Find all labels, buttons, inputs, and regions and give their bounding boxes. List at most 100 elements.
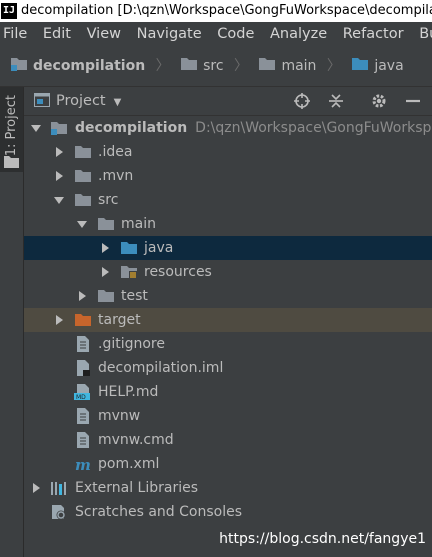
tree-node-external-libraries[interactable]: External Libraries [24, 476, 432, 500]
tree-node-idea[interactable]: .idea [24, 140, 432, 164]
tree-node-main[interactable]: main [24, 212, 432, 236]
source-folder-icon [121, 242, 137, 254]
menu-view[interactable]: View [87, 26, 121, 42]
tree-node-label: HELP.md [98, 384, 159, 400]
expanded-arrow-icon[interactable] [31, 123, 41, 133]
project-tool-tab-label: 1: Project [4, 95, 19, 157]
gear-icon[interactable] [371, 93, 387, 109]
breadcrumb-separator-icon: 〉 [326, 58, 341, 74]
text-file-icon [77, 408, 89, 424]
tree-node-mvnw-cmd[interactable]: mvnw.cmd [24, 428, 432, 452]
title-bar: IJ decompilation [D:\qzn\Workspace\GongFu… [0, 0, 432, 22]
folder-icon [98, 218, 114, 230]
menu-code[interactable]: Code [217, 26, 254, 42]
svg-text:m: m [75, 456, 91, 472]
breadcrumb-src-label: src [203, 58, 224, 74]
breadcrumb-java-label: java [374, 58, 404, 74]
tree-node-resources[interactable]: resources [24, 260, 432, 284]
tree-node-src[interactable]: src [24, 188, 432, 212]
tree-node-label: Scratches and Consoles [75, 504, 242, 520]
tree-node-label: mvnw [98, 408, 141, 424]
module-folder-icon [51, 122, 67, 135]
project-view-selector[interactable]: Project ▼ [34, 87, 121, 115]
menu-build[interactable]: Build [419, 26, 432, 42]
locate-target-icon[interactable] [294, 93, 310, 109]
menu-navigate[interactable]: Navigate [137, 26, 202, 42]
tree-node-java[interactable]: java [24, 236, 432, 260]
menu-edit[interactable]: Edit [43, 26, 71, 42]
tree-node-label: decompilation.iml [98, 360, 224, 376]
source-folder-icon [352, 58, 369, 70]
tree-node-scratches[interactable]: Scratches and Consoles [24, 500, 432, 524]
project-tool-tab[interactable]: 1: Project [0, 87, 23, 172]
menu-refactor[interactable]: Refactor [343, 26, 404, 42]
breadcrumb-separator-icon: 〉 [155, 58, 170, 74]
tree-node-mvn[interactable]: .mvn [24, 164, 432, 188]
collapsed-arrow-icon[interactable] [54, 315, 64, 325]
markdown-file-icon: MD [74, 384, 90, 400]
library-icon [51, 482, 66, 495]
tree-node-test[interactable]: test [24, 284, 432, 308]
folder-icon [181, 58, 198, 70]
collapse-all-icon[interactable] [328, 93, 344, 109]
menu-file[interactable]: File [3, 26, 27, 42]
text-file-icon [77, 336, 89, 352]
maven-file-icon: m [75, 456, 91, 472]
expanded-arrow-icon[interactable] [54, 195, 64, 205]
watermark: https://blog.csdn.net/fangye1 [219, 531, 426, 547]
project-panel-title: Project [56, 93, 106, 109]
tree-node-target[interactable]: target [24, 308, 432, 332]
folder-icon [75, 194, 91, 206]
breadcrumb: decompilation 〉 src 〉 main 〉 java [0, 46, 432, 87]
project-folder-icon [11, 58, 27, 71]
collapsed-arrow-icon[interactable] [100, 243, 110, 253]
expanded-arrow-icon[interactable] [77, 219, 87, 229]
folder-icon [75, 170, 91, 182]
intellij-app-icon: IJ [1, 3, 17, 19]
tree-node-gitignore[interactable]: .gitignore [24, 332, 432, 356]
svg-text:MD: MD [76, 394, 86, 400]
tree-node-project-root[interactable]: decompilation D:\qzn\Workspace\GongFuWork… [24, 116, 432, 140]
tree-node-label: .gitignore [98, 336, 165, 352]
collapsed-arrow-icon[interactable] [54, 171, 64, 181]
collapsed-arrow-icon[interactable] [77, 291, 87, 301]
tree-node-label: test [121, 288, 148, 304]
tool-window-strip: 1: Project [0, 87, 24, 557]
project-view-icon [34, 93, 50, 107]
folder-icon [98, 290, 114, 302]
tree-node-mvnw[interactable]: mvnw [24, 404, 432, 428]
tree-node-label: target [98, 312, 141, 328]
resources-folder-icon [121, 266, 137, 279]
tree-node-label: src [98, 192, 119, 208]
tree-node-path: D:\qzn\Workspace\GongFuWorkspace [195, 120, 432, 136]
collapsed-arrow-icon[interactable] [31, 483, 41, 493]
collapsed-arrow-icon[interactable] [100, 267, 110, 277]
minimize-icon[interactable] [405, 93, 421, 109]
project-panel-header: Project ▼ [24, 87, 432, 116]
tree-node-label: main [121, 216, 156, 232]
tree-node-iml[interactable]: decompilation.iml [24, 356, 432, 380]
tree-node-label: mvnw.cmd [98, 432, 174, 448]
tree-node-pom[interactable]: m pom.xml [24, 452, 432, 476]
excluded-folder-icon [75, 314, 91, 326]
tree-node-help-md[interactable]: MD HELP.md [24, 380, 432, 404]
folder-icon [4, 156, 19, 168]
breadcrumb-java[interactable]: java [351, 46, 404, 86]
breadcrumb-src[interactable]: src [180, 46, 224, 86]
scratches-icon [52, 505, 66, 520]
menu-analyze[interactable]: Analyze [270, 26, 327, 42]
menu-bar: File Edit View Navigate Code Analyze Ref… [0, 22, 432, 46]
collapsed-arrow-icon[interactable] [54, 147, 64, 157]
tree-node-label: .idea [98, 144, 133, 160]
tree-node-label: .mvn [98, 168, 134, 184]
folder-icon [259, 58, 276, 70]
module-file-icon [77, 360, 90, 376]
breadcrumb-main[interactable]: main [258, 46, 316, 86]
breadcrumb-main-label: main [281, 58, 317, 74]
tree-node-label: decompilation [75, 120, 188, 136]
breadcrumb-separator-icon: 〉 [233, 58, 248, 74]
tree-node-label: pom.xml [98, 456, 160, 472]
tree-node-label: External Libraries [75, 480, 198, 496]
breadcrumb-project[interactable]: decompilation [10, 46, 145, 86]
tree-node-label: java [144, 240, 174, 256]
